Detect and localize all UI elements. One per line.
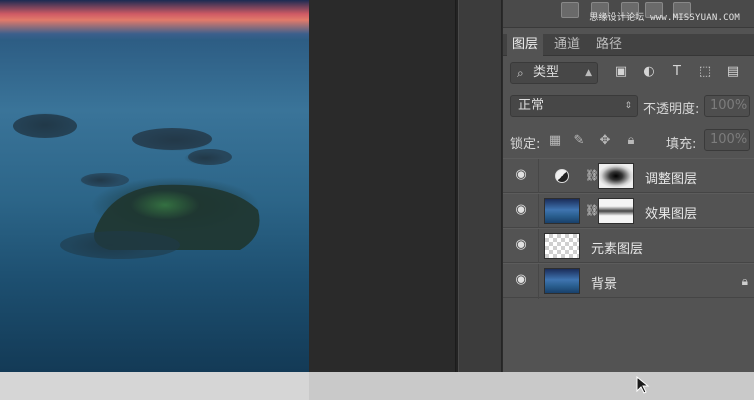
eye-icon[interactable]: ◉ bbox=[514, 273, 528, 286]
tab-layers[interactable]: 图层 bbox=[507, 34, 544, 56]
image-filter-icon[interactable]: ▣ bbox=[613, 64, 629, 80]
chain-link-icon[interactable]: ⛓ bbox=[585, 168, 599, 184]
style-icon-1[interactable] bbox=[561, 2, 579, 18]
select-arrow-icon: ▲ bbox=[585, 68, 592, 78]
opacity-label: 不透明度: bbox=[643, 102, 700, 117]
layer-name: 元素图层 bbox=[591, 242, 644, 257]
layer-name: 调整图层 bbox=[645, 172, 698, 187]
layer-row-element[interactable]: ◉ 元素图层 bbox=[503, 228, 754, 264]
visibility-column: ◉ bbox=[503, 194, 539, 229]
tab-paths[interactable]: 路径 bbox=[591, 34, 627, 56]
layer-mask-thumbnail[interactable] bbox=[598, 198, 634, 224]
lock-image-icon[interactable]: ✎ bbox=[571, 133, 587, 149]
lock-all-icon[interactable]: 🔒︎ bbox=[623, 133, 639, 149]
layer-row-adjustment[interactable]: ◉ ⛓ 调整图层 bbox=[503, 158, 754, 194]
document-canvas[interactable] bbox=[0, 0, 309, 372]
adjustment-filter-icon[interactable]: ◐ bbox=[641, 64, 657, 80]
smart-object-filter-icon[interactable]: ▤ bbox=[725, 64, 741, 80]
eye-icon[interactable]: ◉ bbox=[514, 238, 528, 251]
opacity-value: 100% bbox=[710, 98, 748, 113]
type-filter-icon[interactable]: T bbox=[669, 64, 685, 80]
layer-thumbnail[interactable] bbox=[544, 268, 580, 294]
opacity-field[interactable]: 100% bbox=[704, 95, 750, 117]
layer-row-background[interactable]: ◉ 背景 🔒︎ bbox=[503, 263, 754, 299]
eye-icon[interactable]: ◉ bbox=[514, 203, 528, 216]
bottom-bar-left bbox=[0, 372, 309, 400]
adjustment-layer-icon bbox=[555, 169, 569, 183]
eye-icon[interactable]: ◉ bbox=[514, 168, 528, 181]
fill-field[interactable]: 100% bbox=[704, 129, 750, 151]
layer-filter-label: 类型 bbox=[533, 65, 560, 80]
visibility-column: ◉ bbox=[503, 264, 539, 299]
lock-transparent-icon[interactable]: ▦ bbox=[547, 133, 563, 149]
visibility-column: ◉ bbox=[503, 229, 539, 264]
layer-mask-thumbnail[interactable] bbox=[598, 163, 634, 189]
lock-icon: 🔒︎ bbox=[741, 274, 748, 288]
moss-highlight bbox=[130, 190, 200, 220]
lock-position-icon[interactable]: ✥ bbox=[597, 133, 613, 149]
tab-channels[interactable]: 通道 bbox=[549, 34, 585, 56]
shape-filter-icon[interactable]: ⬚ bbox=[697, 64, 713, 80]
panel-tabs: 图层 通道 路径 bbox=[503, 34, 754, 56]
lock-label: 锁定: bbox=[510, 137, 541, 152]
mouse-cursor-icon bbox=[636, 376, 650, 394]
layer-thumbnail[interactable] bbox=[544, 198, 580, 224]
blend-arrow-icon: ⇕ bbox=[624, 101, 632, 111]
blend-mode-select[interactable]: 正常 ⇕ bbox=[510, 95, 638, 117]
fill-value: 100% bbox=[710, 132, 748, 147]
search-icon: ⌕ bbox=[517, 66, 524, 80]
layer-name: 背景 bbox=[591, 277, 618, 292]
collapsed-panel-strip[interactable] bbox=[458, 0, 502, 372]
layer-thumbnail[interactable] bbox=[544, 233, 580, 259]
canvas-pasteboard bbox=[309, 0, 455, 372]
watermark-text: 思缘设计论坛 www.MISSYUAN.COM bbox=[589, 13, 740, 23]
blend-mode-value: 正常 bbox=[518, 98, 545, 113]
visibility-column: ◉ bbox=[503, 159, 539, 194]
fill-label: 填充: bbox=[666, 137, 697, 152]
panel-top-toolbar: 思缘设计论坛 www.MISSYUAN.COM bbox=[503, 0, 754, 28]
layers-panel: 思缘设计论坛 www.MISSYUAN.COM 图层 通道 路径 ⌕ 类型 ▲ … bbox=[503, 0, 754, 372]
layer-row-effect[interactable]: ◉ ⛓ 效果图层 bbox=[503, 193, 754, 229]
chain-link-icon[interactable]: ⛓ bbox=[585, 203, 599, 219]
seascape-image bbox=[13, 114, 260, 259]
layer-name: 效果图层 bbox=[645, 207, 698, 222]
layer-filter-select[interactable]: ⌕ 类型 ▲ bbox=[510, 62, 598, 84]
